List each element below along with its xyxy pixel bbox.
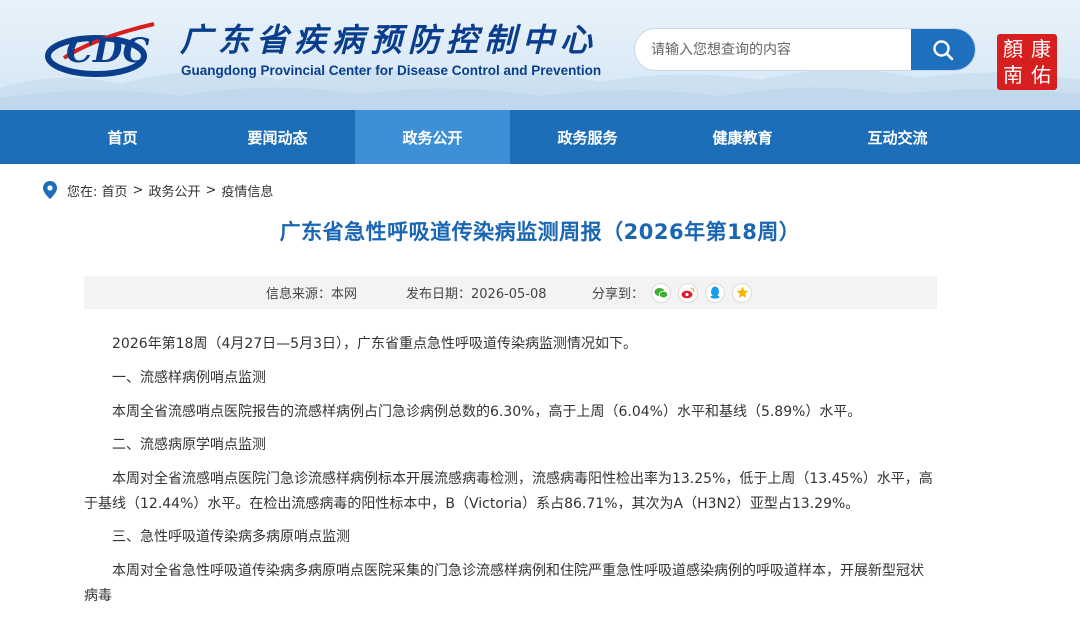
article-paragraph: 本周对全省流感哨点医院门急诊流感样病例标本开展流感病毒检测，流感病毒阳性检出率为… (84, 471, 933, 512)
share-label: 分享到： (592, 287, 645, 302)
search-box (634, 28, 976, 71)
article-body: 2026年第18周（4月27日—5月3日），广东省重点急性呼吸道传染病监测情况如… (84, 332, 937, 618)
article-paragraph: 2026年第18周（4月27日—5月3日），广东省重点急性呼吸道传染病监测情况如… (112, 336, 637, 352)
nav-item-interaction[interactable]: 互动交流 (820, 110, 975, 164)
lingnan-seal-logo: 顏 康 南 佑 (997, 34, 1057, 90)
site-name-chinese: 广东省疾病预防控制中心 (180, 21, 599, 59)
seal-char: 南 (1003, 63, 1023, 87)
cdc-logo-icon[interactable]: CDC (44, 18, 162, 78)
nav-item-news[interactable]: 要闻动态 (200, 110, 355, 164)
site-header: CDC 广东省疾病预防控制中心 Guangdong Provincial Cen… (0, 0, 1080, 110)
weibo-share-icon[interactable] (678, 282, 699, 303)
nav-item-health-education[interactable]: 健康教育 (665, 110, 820, 164)
breadcrumb-separator: > (132, 182, 144, 198)
svg-text:CDC: CDC (66, 31, 150, 71)
nav-item-government-affairs[interactable]: 政务公开 (355, 110, 510, 164)
article-date: 发布日期：2026-05-08 (406, 287, 547, 302)
article-section-heading: 一、流感样病例哨点监测 (112, 369, 266, 386)
nav-item-home[interactable]: 首页 (45, 110, 200, 164)
breadcrumb: 您在: 首页 > 政务公开 > 疫情信息 (43, 180, 273, 200)
article-section-heading: 三、急性呼吸道传染病多病原哨点监测 (112, 529, 350, 546)
article-section-heading: 二、流感病原学哨点监测 (112, 437, 266, 454)
article-meta-bar: 信息来源：本网 发布日期：2026-05-08 分享到： (84, 276, 937, 309)
site-name-english: Guangdong Provincial Center for Disease … (181, 63, 602, 78)
qzone-share-icon[interactable] (732, 282, 753, 303)
wechat-share-icon[interactable] (651, 282, 672, 303)
location-pin-icon (43, 181, 57, 199)
breadcrumb-epidemic-info[interactable]: 疫情信息 (221, 181, 273, 200)
search-icon (933, 39, 954, 60)
seal-char: 康 (1031, 37, 1051, 61)
search-button[interactable] (911, 29, 975, 70)
article-source: 信息来源：本网 (266, 287, 358, 302)
seal-char: 顏 (1003, 37, 1023, 61)
breadcrumb-home[interactable]: 首页 (102, 181, 128, 200)
breadcrumb-separator: > (205, 182, 217, 198)
main-nav: 首页 要闻动态 政务公开 政务服务 健康教育 互动交流 (0, 110, 1080, 164)
nav-item-government-services[interactable]: 政务服务 (510, 110, 665, 164)
qq-share-icon[interactable] (705, 282, 726, 303)
share-group: 分享到： (592, 282, 753, 303)
search-input[interactable] (635, 29, 911, 70)
breadcrumb-prefix: 您在: (67, 184, 98, 200)
article-paragraph: 本周全省流感哨点医院报告的流感样病例占门急诊病例总数的6.30%，高于上周（6.… (112, 403, 862, 420)
article-title: 广东省急性呼吸道传染病监测周报（2026年第18周） (279, 220, 801, 244)
breadcrumb-government-affairs[interactable]: 政务公开 (148, 181, 200, 200)
seal-char: 佑 (1031, 63, 1051, 87)
article-paragraph: 本周对全省急性呼吸道传染病多病原哨点医院采集的门急诊流感样病例和住院严重急性呼吸… (84, 563, 924, 604)
